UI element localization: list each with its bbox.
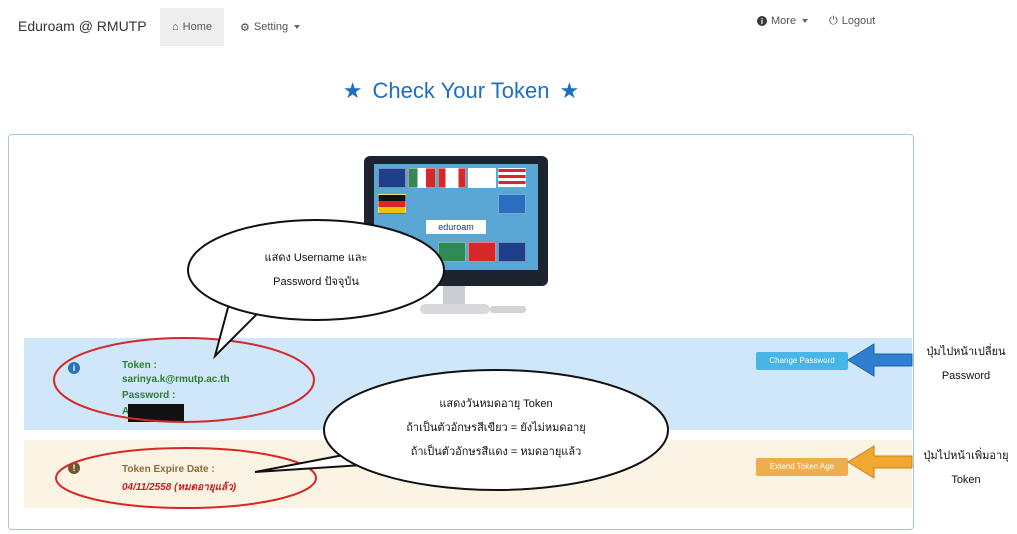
side-note-extend-token: ปุ่มไปหน้าเพิ่มอายุ Token — [916, 444, 1016, 492]
password-label: Password : — [122, 390, 176, 401]
page-title: Check Your Token — [372, 78, 550, 103]
flag-nz-icon — [498, 242, 526, 262]
brand-link[interactable]: Eduroam @ RMUTP — [18, 18, 147, 34]
info-icon: i — [68, 362, 80, 374]
token-value: sarinya.k@rmutp.ac.th — [122, 374, 230, 385]
side-note-orange-line1: ปุ่มไปหน้าเพิ่มอายุ — [923, 450, 1009, 462]
bubble2-line2: ถ้าเป็นตัวอักษรสีเขียว = ยังไม่หมดอายุ — [406, 422, 586, 434]
chevron-down-icon — [802, 19, 809, 23]
nav-home-label: Home — [182, 21, 212, 33]
side-note-blue-line2: Password — [941, 370, 991, 382]
nav-logout[interactable]: ⏻ Logout — [829, 8, 875, 34]
navbar: Eduroam @ RMUTP ⌂ Home ⚙ Setting i More … — [0, 0, 1017, 52]
flag-japan-icon — [468, 168, 496, 188]
star-icon: ★ — [559, 78, 580, 103]
extend-token-button[interactable]: Extend Token Age — [756, 458, 848, 476]
side-note-orange-line2: Token — [951, 474, 981, 486]
monitor-base — [420, 304, 490, 314]
page-title-row: ★ Check Your Token ★ — [0, 78, 922, 104]
gear-icon: ⚙ — [240, 21, 250, 34]
eduroam-logo: eduroam — [426, 220, 486, 234]
nav-logout-label: Logout — [841, 15, 876, 27]
flag-canada-icon — [438, 168, 466, 188]
token-label: Token : — [122, 360, 157, 371]
password-redaction — [128, 404, 184, 422]
bubble1-text: แสดง Username และ Password ปัจจุบัน — [216, 246, 416, 294]
bubble2-text: แสดงวันหมดอายุ Token ถ้าเป็นตัวอักษรสีเข… — [356, 392, 636, 464]
side-note-change-password: ปุ่มไปหน้าเปลี่ยน Password — [916, 340, 1016, 388]
flag-swiss-icon — [468, 242, 496, 262]
token-expire-label: Token Expire Date : — [122, 464, 215, 475]
nav-setting-dropdown[interactable]: ⚙ Setting — [240, 8, 301, 46]
bubble2-line3: ถ้าเป็นตัวอักษรสีแดง = หมดอายุแล้ว — [410, 446, 582, 458]
home-icon: ⌂ — [172, 21, 179, 33]
flag-sweden-icon — [498, 194, 526, 214]
nav-more-label: More — [771, 15, 797, 27]
power-icon: ⏻ — [829, 14, 838, 27]
bubble1-line1: แสดง Username และ — [264, 252, 368, 264]
flag-uk-icon — [378, 168, 406, 188]
nav-setting-label: Setting — [253, 21, 289, 33]
chevron-down-icon — [294, 25, 301, 29]
token-expire-value: 04/11/2558 (หมดอายุแล้ว) — [122, 482, 237, 493]
keyboard-illustration — [490, 306, 526, 313]
change-password-button[interactable]: Change Password — [756, 352, 848, 370]
flag-germany-icon — [378, 194, 406, 214]
star-icon: ★ — [342, 78, 363, 103]
bubble1-line2: Password ปัจจุบัน — [273, 276, 359, 288]
warning-icon: ! — [68, 462, 80, 474]
side-note-blue-line1: ปุ่มไปหน้าเปลี่ยน — [926, 346, 1006, 358]
nav-home[interactable]: ⌂ Home — [160, 8, 224, 46]
info-icon: i — [757, 16, 767, 26]
monitor-stand — [443, 286, 465, 306]
nav-more-dropdown[interactable]: i More — [757, 8, 809, 34]
bubble2-line1: แสดงวันหมดอายุ Token — [439, 398, 553, 410]
flag-italy-icon — [408, 168, 436, 188]
flag-brazil-icon — [438, 242, 466, 262]
flag-usa-icon — [498, 168, 526, 188]
